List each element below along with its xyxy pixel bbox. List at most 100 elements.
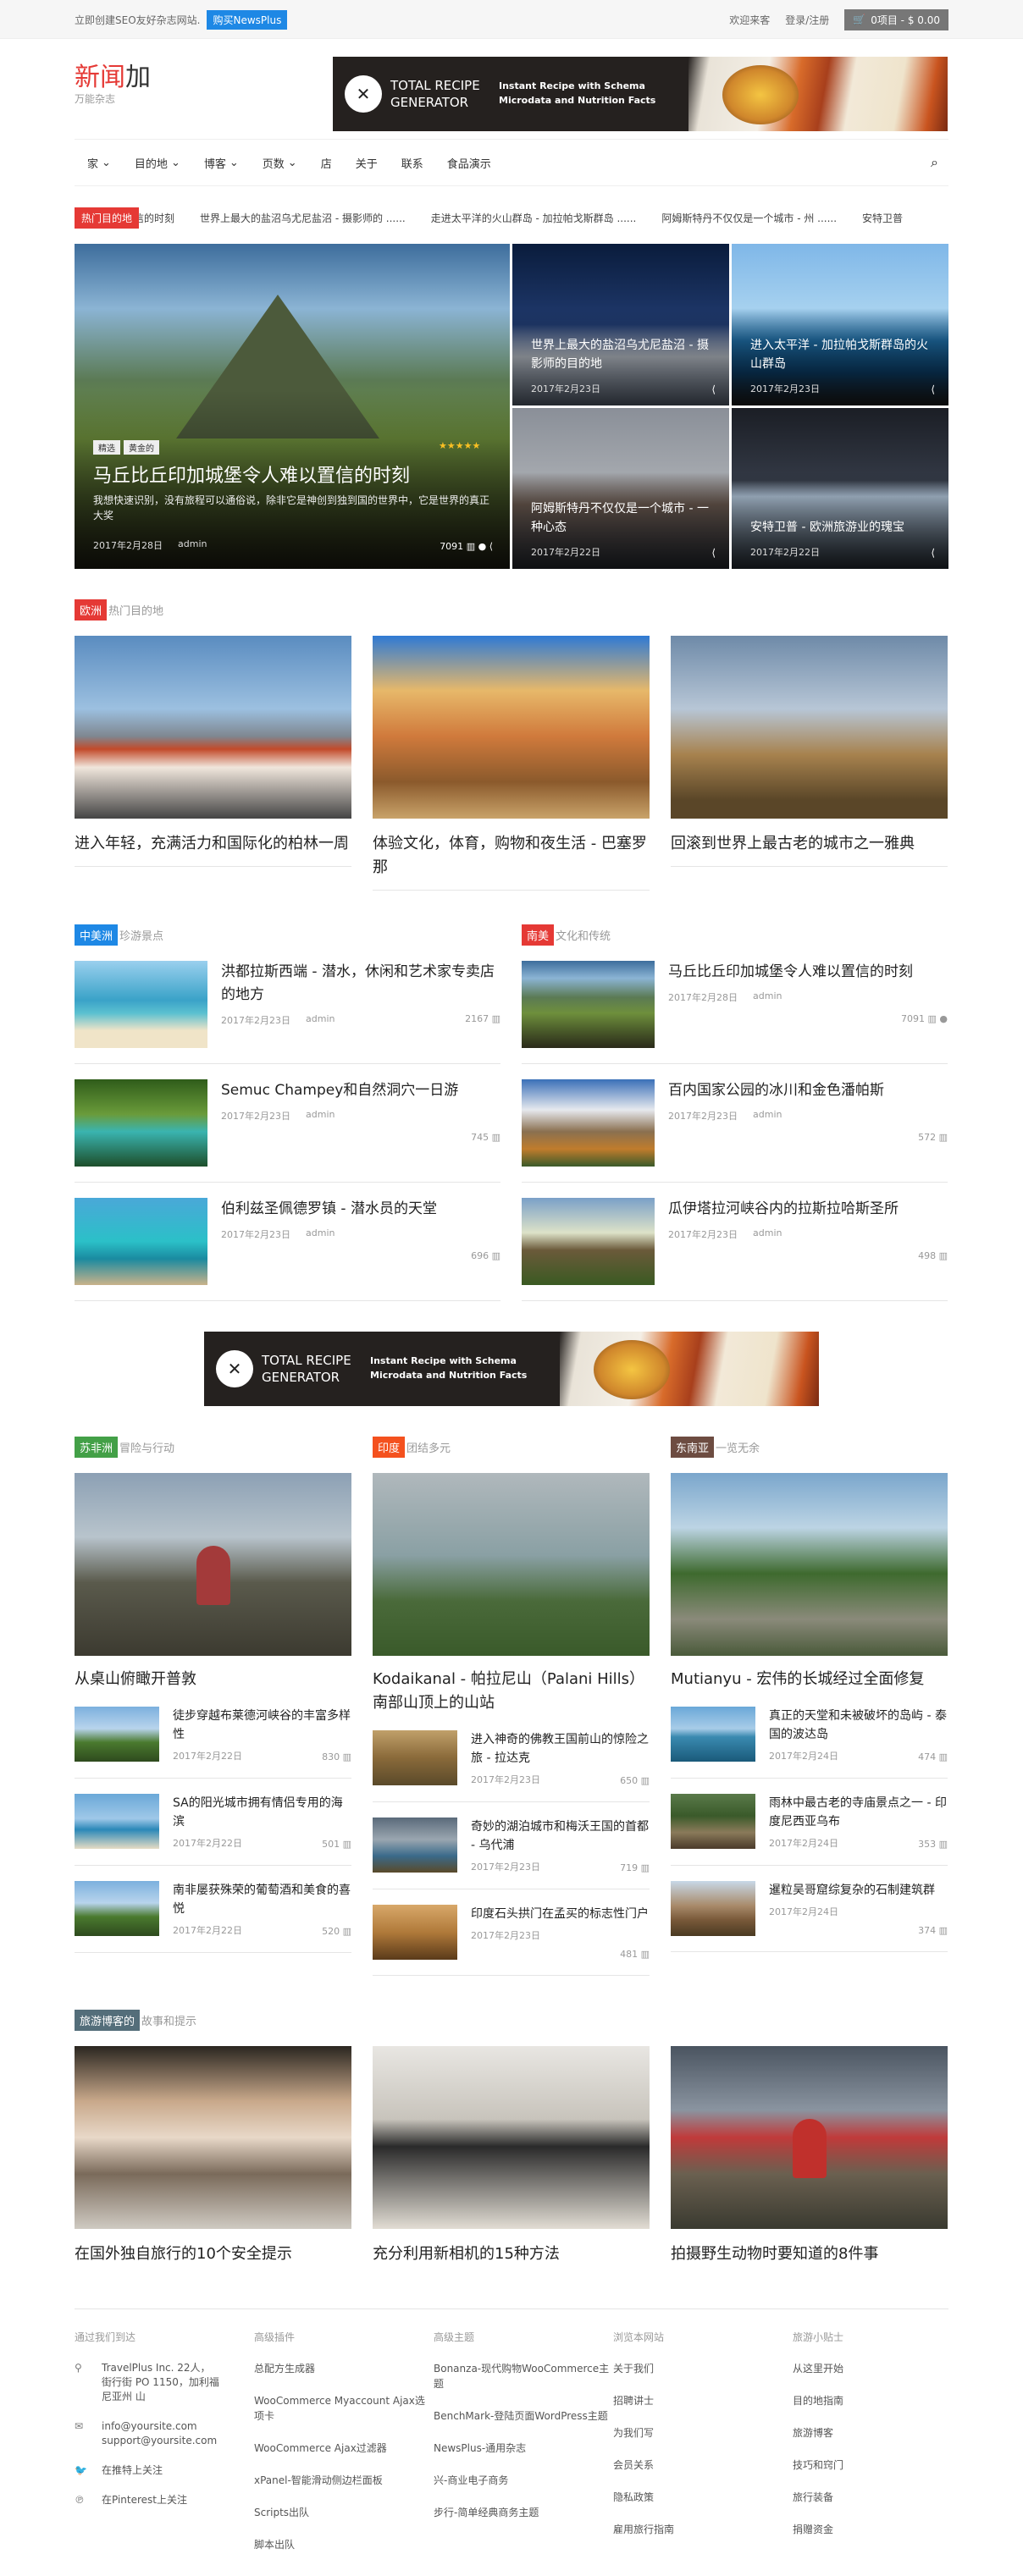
post-title[interactable]: Mutianyu - 宏伟的长城经过全面修复 [671, 1668, 948, 1691]
list-item[interactable]: 印度石头拱门在孟买的标志性门户 2017年2月23日 481 ▥ [373, 1889, 650, 1976]
share-icon[interactable]: ⟨ [931, 547, 935, 559]
footer-link[interactable]: NewsPlus-通用杂志 [434, 2441, 613, 2456]
section-heading-travel-blog: 旅游博客的 故事和提示 [75, 2010, 948, 2031]
footer-link[interactable]: 招聘讲士 [613, 2393, 793, 2408]
hero-tile[interactable]: 世界上最大的盐沼乌尤尼盐沼 - 摄影师的目的地 2017年2月23日 ⟨ [512, 244, 729, 405]
post-card[interactable]: 在国外独自旅行的10个安全提示 [75, 2046, 351, 2266]
list-item[interactable]: 进入神奇的佛教王国前山的惊险之旅 - 拉达克 2017年2月23日 650 ▥ [373, 1715, 650, 1802]
nav-item-contact[interactable]: 联系 [390, 155, 435, 171]
footer-link[interactable]: Bonanza-现代购物WooCommerce主题 [434, 2361, 613, 2391]
site-logo[interactable]: 新闻加 [75, 56, 151, 93]
cart-icon: 🛒 [853, 14, 866, 25]
post-card[interactable]: 拍摄野生动物时要知道的8件事 [671, 2046, 948, 2266]
hero-excerpt: 我想快速识别，没有旅程可以通俗说，除非它是神创到独到国的世界中，它是世界的真正大… [93, 494, 490, 521]
footer-link[interactable]: 旅游博客 [793, 2425, 948, 2441]
hero-title[interactable]: 马丘比丘印加城堡令人难以置信的时刻 [93, 461, 410, 488]
pinterest-link[interactable]: 在Pinterest上关注 [102, 2493, 187, 2507]
list-item[interactable]: 马丘比丘印加城堡令人难以置信的时刻 2017年2月28日 admin 7091 ▥ ● [522, 946, 948, 1064]
post-title[interactable]: 从桌山俯瞰开普敦 [75, 1668, 351, 1691]
list-item[interactable]: 暹粒吴哥窟综复杂的石制建筑群 2017年2月24日 374 ▥ [671, 1866, 948, 1952]
hero-tile[interactable]: 安特卫普 - 欧洲旅游业的瑰宝 2017年2月22日 ⟨ [732, 407, 948, 569]
ticker-item[interactable]: 阿姆斯特丹不仅仅是一个城市 - 州 ...... [661, 211, 837, 225]
post-image[interactable] [373, 1473, 650, 1656]
banner-text: Instant Recipe with Schema Microdata and… [499, 80, 656, 106]
nav-item-shop[interactable]: 店 [309, 155, 344, 171]
list-item[interactable]: 徒步穿越布莱德河峡谷的丰富多样性 2017年2月22日 830 ▥ [75, 1691, 351, 1779]
footer-link[interactable]: WooCommerce Ajax过滤器 [254, 2441, 434, 2456]
chevron-down-icon: ⌄ [170, 156, 180, 169]
footer-link[interactable]: 从这里开始 [793, 2361, 948, 2376]
news-ticker: 热门目的地 以置信的时刻 世界上最大的盐沼乌尤尼盐沼 - 摄影师的 ......… [75, 195, 948, 240]
ticker-item[interactable]: 世界上最大的盐沼乌尤尼盐沼 - 摄影师的 ...... [200, 211, 406, 225]
ticker-item[interactable]: 安特卫普 [862, 211, 903, 225]
footer-link[interactable]: 脚本出队 [254, 2537, 434, 2552]
top-note: 立即创建SEO友好杂志网站. [75, 14, 201, 26]
nav-item-home[interactable]: 家 ⌄ [75, 155, 123, 171]
envelope-icon: ✉ [75, 2420, 84, 2432]
footer-link[interactable]: 步行-简单经典商务主题 [434, 2505, 613, 2520]
nav-item-food-demo[interactable]: 食品演示 [435, 155, 503, 171]
footer-link[interactable]: xPanel-智能滑动侧边栏面板 [254, 2473, 434, 2488]
footer-link[interactable]: 会员关系 [613, 2457, 793, 2473]
hero-tile[interactable]: 进入太平洋 - 加拉帕戈斯群岛的火山群岛 2017年2月23日 ⟨ [732, 244, 948, 405]
post-image[interactable] [671, 1473, 948, 1656]
buy-button[interactable]: 购买NewsPlus [207, 9, 288, 30]
banner-title: TOTAL RECIPE GENERATOR [390, 78, 480, 110]
footer-link[interactable]: 隐私政策 [613, 2490, 793, 2505]
tag[interactable]: 精选 [93, 440, 120, 455]
post-card[interactable]: 体验文化，体育，购物和夜生活 - 巴塞罗那 [373, 636, 650, 891]
footer-link[interactable]: 总配方生成器 [254, 2361, 434, 2376]
welcome-link[interactable]: 欢迎来客 [729, 13, 770, 27]
ad-banner-2[interactable]: ✕ TOTAL RECIPE GENERATOR Instant Recipe … [204, 1332, 819, 1406]
ticker-item[interactable]: 走进太平洋的火山群岛 - 加拉帕戈斯群岛 ...... [431, 211, 637, 225]
top-bar: 立即创建SEO友好杂志网站. 购买NewsPlus 欢迎来客 登录/注册 🛒 0项… [0, 0, 1023, 39]
list-item[interactable]: 洪都拉斯西端 - 潜水，休闲和艺术家专卖店的地方 2017年2月23日 admin 2… [75, 946, 500, 1064]
list-item[interactable]: 真正的天堂和未被破坏的岛屿 - 泰国的波达岛 2017年2月24日 474 ▥ [671, 1691, 948, 1779]
tag[interactable]: 黄金的 [124, 440, 159, 455]
ad-banner[interactable]: ✕ TOTAL RECIPE GENERATOR Instant Recipe … [333, 57, 948, 131]
cart-button[interactable]: 🛒 0项目 - $ 0.00 [844, 8, 948, 30]
share-icon[interactable]: ⟨ [711, 547, 716, 559]
fork-knife-icon: ✕ [345, 75, 382, 113]
nav-item-pages[interactable]: 页数 ⌄ [251, 155, 309, 171]
footer-link[interactable]: WooCommerce Myaccount Ajax选项卡 [254, 2393, 434, 2424]
footer-link[interactable]: 关于我们 [613, 2361, 793, 2376]
hero-tile[interactable]: 阿姆斯特丹不仅仅是一个城市 - 一种心态 2017年2月22日 ⟨ [512, 407, 729, 569]
list-item[interactable]: 瓜伊塔拉河峡谷内的拉斯拉哈斯圣所 2017年2月23日 admin 498 ▥ [522, 1183, 948, 1301]
list-item[interactable]: Semuc Champey和自然洞穴一日游 2017年2月23日 admin 745 … [75, 1064, 500, 1183]
footer-link[interactable]: 技巧和窍门 [793, 2457, 948, 2473]
search-icon[interactable]: ⌕ [931, 154, 948, 171]
nav-item-about[interactable]: 关于 [344, 155, 390, 171]
footer-link[interactable]: 目的地指南 [793, 2393, 948, 2408]
nav-item-blog[interactable]: 博客 ⌄ [192, 155, 251, 171]
list-item[interactable]: 奇妙的湖泊城市和梅沃王国的首都 - 乌代浦 2017年2月23日 719 ▥ [373, 1802, 650, 1889]
footer-link[interactable]: 旅行装备 [793, 2490, 948, 2505]
footer-link[interactable]: 为我们写 [613, 2425, 793, 2441]
twitter-link[interactable]: 在推特上关注 [102, 2463, 163, 2478]
footer-link[interactable]: 兴-商业电子商务 [434, 2473, 613, 2488]
twitter-icon: 🐦 [75, 2464, 87, 2476]
share-icon[interactable]: ⟨ [931, 383, 935, 395]
nav-item-destinations[interactable]: 目的地 ⌄ [123, 155, 192, 171]
list-item[interactable]: SA的阳光城市拥有情侣专用的海滨 2017年2月22日 501 ▥ [75, 1779, 351, 1866]
list-item[interactable]: 百内国家公园的冰川和金色潘帕斯 2017年2月23日 admin 572 ▥ [522, 1064, 948, 1183]
list-item[interactable]: 伯利兹圣佩德罗镇 - 潜水员的天堂 2017年2月23日 admin 696 ▥ [75, 1183, 500, 1301]
footer-email[interactable]: info@yoursite.com support@yoursite.com [102, 2419, 220, 2448]
login-link[interactable]: 登录/注册 [785, 13, 829, 27]
post-image[interactable] [75, 1473, 351, 1656]
post-title[interactable]: Kodaikanal - 帕拉尼山（Palani Hills）南部山顶上的山站 [373, 1668, 650, 1715]
hero-main-post[interactable]: 精选 黄金的 ★★★★★ 马丘比丘印加城堡令人难以置信的时刻 我想快速识别，没有旅… [75, 244, 510, 569]
post-card[interactable]: 回滚到世界上最古老的城市之一雅典 [671, 636, 948, 891]
footer-link[interactable]: 雇用旅行指南 [613, 2522, 793, 2537]
share-icon[interactable]: ⟨ [711, 383, 716, 395]
footer-link[interactable]: 捐赠资金 [793, 2522, 948, 2537]
pinterest-icon: ℗ [75, 2494, 85, 2506]
footer-link[interactable]: Scripts出队 [254, 2505, 434, 2520]
comment-icon: ● [478, 541, 487, 552]
footer-link[interactable]: BenchMark-登陆页面WordPress主题 [434, 2408, 613, 2424]
post-card[interactable]: 进入年轻，充满活力和国际化的柏林一周 [75, 636, 351, 891]
post-author[interactable]: admin [178, 538, 207, 552]
list-item[interactable]: 南非屡获殊荣的葡萄酒和美食的喜悦 2017年2月22日 520 ▥ [75, 1866, 351, 1953]
post-card[interactable]: 充分利用新相机的15种方法 [373, 2046, 650, 2266]
list-item[interactable]: 雨林中最古老的寺庙景点之一 - 印度尼西亚乌布 2017年2月24日 353 ▥ [671, 1779, 948, 1866]
